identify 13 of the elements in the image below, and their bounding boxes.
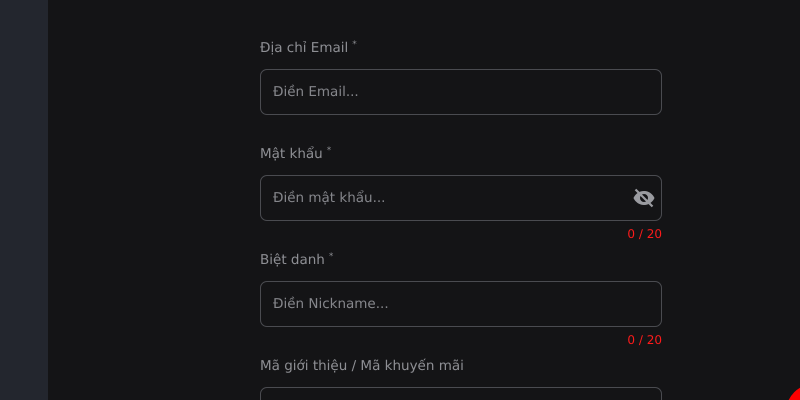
field-label: Biệt danh [260,252,325,268]
field-label: Mã giới thiệu / Mã khuyến mãi [260,358,464,374]
character-counter: 0 / 20 [627,333,662,347]
required-mark: * [326,146,332,156]
field-label: Mật khẩu [260,146,323,162]
input-field[interactable]: Điền Email... [260,69,662,115]
character-counter: 0 / 20 [627,227,662,241]
eye-slash-icon[interactable] [632,186,656,210]
required-mark: * [352,40,357,50]
field-label: Địa chỉ Email [260,40,348,56]
input-field[interactable]: Điền Nickname... [260,281,662,327]
required-mark: * [328,252,334,262]
password-field[interactable]: Điền mật khẩu... [260,175,662,221]
